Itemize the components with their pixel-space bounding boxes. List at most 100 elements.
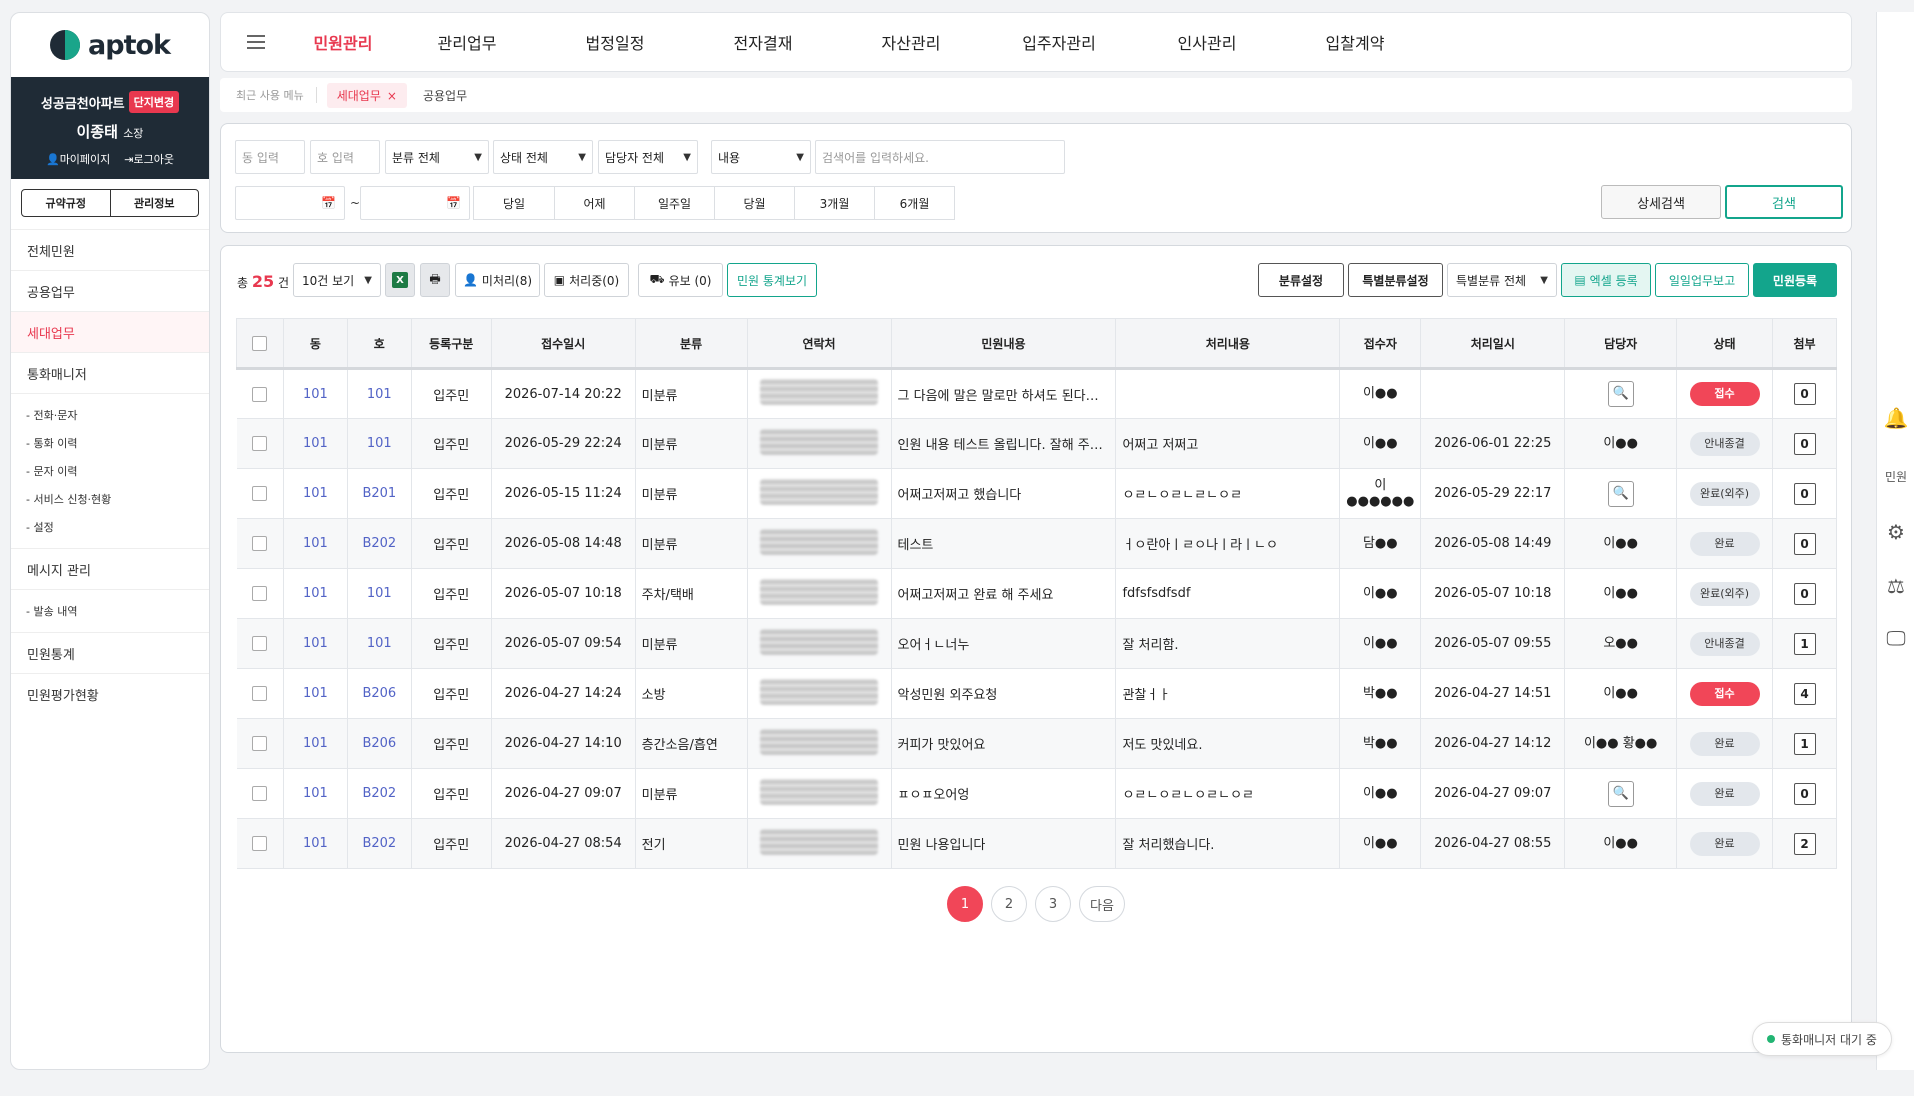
content-cell[interactable]: 그 다음에 말은 말로만 하셔도 된다고 말... (891, 368, 1117, 419)
sidebar-item-call-manager[interactable]: 통화매니저 (11, 352, 209, 393)
table-row[interactable]: 101 B202 입주민 2026-04-27 08:54 전기 민원 나용입니다 잘 처리… (236, 818, 1837, 869)
mypage-link[interactable]: 👤마이페이지 (46, 151, 110, 167)
nav-bid-contract[interactable]: 입찰계약 (1281, 30, 1429, 54)
content-cell[interactable]: 인원 내용 테스트 올립니다. 잘해 주세요. (891, 418, 1117, 469)
manager-select[interactable]: 담당자 전체 ▼ (598, 140, 698, 174)
change-complex-button[interactable]: 단지변경 (128, 91, 180, 113)
search-icon[interactable]: 🔍 (1607, 480, 1634, 507)
dong-input[interactable]: 동 입력 (235, 140, 305, 174)
attachment-count[interactable]: 1 (1793, 732, 1816, 755)
attachment-count[interactable]: 0 (1793, 383, 1816, 405)
column-header[interactable]: 첨부 (1772, 318, 1837, 370)
ho-cell[interactable]: 101 (347, 618, 412, 669)
dong-cell[interactable]: 101 (283, 468, 348, 519)
row-checkbox[interactable] (252, 636, 268, 651)
content-cell[interactable]: 오어ㅓㄴ너누 (891, 618, 1117, 669)
sidebar-item-complaint-eval[interactable]: 민원평가현황 (11, 673, 209, 714)
sidebar-item-complaint-stats[interactable]: 민원통계 (11, 632, 209, 673)
hold-filter-button[interactable]: ⛟ 유보 (0) (638, 263, 723, 297)
submenu-phone-sms[interactable]: - 전화·문자 (26, 402, 209, 430)
gear-icon[interactable]: ⚙ (1877, 520, 1914, 544)
row-checkbox[interactable] (252, 836, 268, 851)
column-header[interactable]: 동 (282, 318, 348, 370)
complaint-stats-button[interactable]: 민원 통계보기 (727, 263, 817, 297)
sidebar-item-message-management[interactable]: 메시지 관리 (11, 548, 209, 589)
nav-complaint-management[interactable]: 민원관리 (293, 30, 393, 54)
nav-legal-schedule[interactable]: 법정일정 (541, 30, 689, 54)
table-row[interactable]: 101 B202 입주민 2026-05-08 14:48 미분류 테스트 ㅓㅇ란아ㅣㄹㅇ나… (236, 518, 1837, 569)
search-icon[interactable]: 🔍 (1607, 780, 1634, 807)
search-field-select[interactable]: 내용 ▼ (711, 140, 811, 174)
attachment-count[interactable]: 2 (1793, 832, 1816, 855)
nav-hr-management[interactable]: 인사관리 (1133, 30, 1281, 54)
processing-filter-button[interactable]: ▣ 처리중(0) (544, 263, 629, 297)
column-header[interactable]: 등록구분 (410, 318, 492, 370)
ho-cell[interactable]: B206 (347, 668, 412, 719)
scale-icon[interactable]: ⚖ (1877, 574, 1914, 598)
row-checkbox[interactable] (252, 736, 268, 751)
bell-icon[interactable]: 🔔 (1877, 406, 1914, 430)
row-checkbox[interactable] (252, 686, 268, 701)
content-cell[interactable]: 커피가 맛있어요 (891, 718, 1117, 769)
recent-tab-household[interactable]: 세대업무 × (326, 82, 407, 108)
category-settings-button[interactable]: 분류설정 (1258, 263, 1344, 297)
calendar-icon[interactable]: 📅 (321, 196, 336, 210)
ho-cell[interactable]: B201 (347, 468, 412, 519)
attachment-count[interactable]: 0 (1793, 482, 1816, 505)
content-cell[interactable]: 민원 나용입니다 (891, 818, 1117, 869)
content-cell[interactable]: 테스트 (891, 518, 1117, 569)
row-checkbox[interactable] (252, 386, 268, 402)
excel-download-button[interactable]: X (385, 263, 415, 297)
column-header[interactable]: 처리일시 (1420, 318, 1566, 370)
call-manager-status[interactable]: 통화매니저 대기 중 (1752, 1022, 1892, 1056)
dong-cell[interactable]: 101 (283, 718, 348, 769)
status-select[interactable]: 상태 전체 ▼ (493, 140, 593, 174)
page-2-button[interactable]: 2 (991, 886, 1028, 922)
ho-cell[interactable]: B202 (347, 768, 412, 819)
column-header[interactable]: 민원내용 (890, 318, 1117, 370)
row-checkbox[interactable] (252, 436, 268, 451)
submenu-sms-history[interactable]: - 문자 이력 (26, 458, 209, 486)
ho-cell[interactable]: B206 (347, 718, 412, 769)
row-checkbox[interactable] (252, 586, 268, 601)
table-row[interactable]: 101 B206 입주민 2026-04-27 14:10 층간소음/흡연 커피가 맛있어… (236, 718, 1837, 769)
column-header[interactable]: 담당자 (1564, 318, 1678, 370)
submenu-service-request[interactable]: - 서비스 신청·현황 (26, 486, 209, 514)
select-all-checkbox[interactable] (252, 335, 268, 351)
ho-input[interactable]: 호 입력 (310, 140, 380, 174)
register-complaint-button[interactable]: 민원등록 (1753, 263, 1837, 297)
special-category-select[interactable]: 특별분류 전체 ▼ (1447, 263, 1557, 297)
ho-cell[interactable]: 101 (347, 418, 412, 469)
dong-cell[interactable]: 101 (283, 368, 348, 419)
column-header[interactable]: 호 (346, 318, 412, 370)
special-category-settings-button[interactable]: 특별분류설정 (1348, 263, 1443, 297)
logo[interactable]: aptok (11, 13, 209, 77)
period-6months[interactable]: 6개월 (874, 187, 954, 219)
search-button[interactable]: 검색 (1725, 185, 1843, 219)
dong-cell[interactable]: 101 (283, 518, 348, 569)
ho-cell[interactable]: 101 (347, 568, 412, 619)
unprocessed-filter-button[interactable]: 👤 미처리(8) (455, 263, 540, 297)
next-page-button[interactable]: 다음 (1079, 886, 1125, 922)
ho-cell[interactable]: 101 (347, 368, 412, 419)
period-yesterday[interactable]: 어제 (554, 187, 634, 219)
column-header[interactable]: 처리내용 (1115, 318, 1341, 370)
period-today[interactable]: 당일 (474, 187, 554, 219)
per-page-select[interactable]: 10건 보기 ▼ (293, 263, 381, 297)
column-header[interactable]: 접수일시 (490, 318, 636, 370)
dong-cell[interactable]: 101 (283, 668, 348, 719)
search-icon[interactable]: 🔍 (1607, 381, 1634, 407)
calendar-icon[interactable]: 📅 (446, 196, 461, 210)
page-3-button[interactable]: 3 (1035, 886, 1072, 922)
logout-link[interactable]: ⇥로그아웃 (124, 151, 174, 167)
dong-cell[interactable]: 101 (283, 618, 348, 669)
column-header[interactable]: 연락처 (746, 318, 892, 370)
page-1-button[interactable]: 1 (947, 886, 984, 922)
content-cell[interactable]: ㅍㅇㅍ오어엉 (891, 768, 1117, 819)
row-checkbox[interactable] (252, 486, 268, 501)
table-row[interactable]: 101 101 입주민 2026-05-07 09:54 미분류 오어ㅓㄴ너누 잘 처리함.… (236, 618, 1837, 669)
nav-asset-management[interactable]: 자산관리 (837, 30, 985, 54)
attachment-count[interactable]: 0 (1793, 432, 1816, 455)
attachment-count[interactable]: 4 (1793, 682, 1816, 705)
recent-tab-common[interactable]: 공용업무 (423, 87, 467, 104)
